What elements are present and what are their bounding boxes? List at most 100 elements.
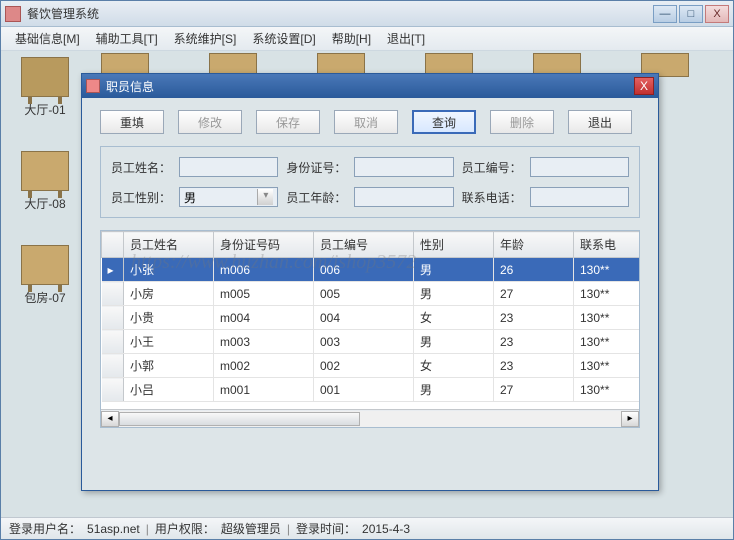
column-header[interactable]: 联系电 xyxy=(574,232,640,258)
data-grid[interactable]: 员工姓名身份证号码员工编号性别年龄联系电 ▸小张m006006男26130**小… xyxy=(100,230,640,428)
name-input[interactable] xyxy=(179,157,278,177)
scroll-thumb[interactable] xyxy=(119,412,360,426)
exit-button[interactable]: 退出 xyxy=(568,110,632,134)
row-indicator-header xyxy=(102,232,124,258)
table-row[interactable]: 小郭m002002女23130** xyxy=(102,354,640,378)
age-input[interactable] xyxy=(354,187,453,207)
cell: 小王 xyxy=(124,330,214,354)
age-label: 员工年龄： xyxy=(286,189,346,206)
query-button[interactable]: 查询 xyxy=(412,110,476,134)
phone-input[interactable] xyxy=(530,187,629,207)
horizontal-scrollbar[interactable]: ◂ ▸ xyxy=(101,409,639,427)
modify-button[interactable]: 修改 xyxy=(178,110,242,134)
status-user-label: 登录用户名： xyxy=(9,520,81,537)
menu-item[interactable]: 系统维护[S] xyxy=(166,27,245,50)
form-panel: 员工姓名： 身份证号： 员工编号： 员工性别： 男 ▾ 员工年龄： 联系电话： xyxy=(100,146,640,218)
cell: 130** xyxy=(574,306,640,330)
row-indicator: ▸ xyxy=(102,258,124,282)
desk-icon xyxy=(21,245,69,285)
id-input[interactable] xyxy=(354,157,453,177)
cell: 男 xyxy=(414,282,494,306)
delete-button[interactable]: 删除 xyxy=(490,110,554,134)
column-header[interactable]: 员工编号 xyxy=(314,232,414,258)
id-label: 身份证号： xyxy=(286,159,346,176)
menu-item[interactable]: 退出[T] xyxy=(379,27,433,50)
chevron-down-icon: ▾ xyxy=(257,189,273,205)
cell: 23 xyxy=(494,354,574,378)
desk-item[interactable]: 大厅-01 xyxy=(15,57,75,118)
desk-item[interactable]: 大厅-08 xyxy=(15,151,75,212)
cell: 男 xyxy=(414,258,494,282)
cell: 130** xyxy=(574,258,640,282)
cell: 002 xyxy=(314,354,414,378)
menu-item[interactable]: 帮助[H] xyxy=(324,27,379,50)
menubar: 基础信息[M]辅助工具[T]系统维护[S]系统设置[D]帮助[H]退出[T] xyxy=(1,27,733,51)
cell: 130** xyxy=(574,378,640,402)
desk-label: 大厅-01 xyxy=(15,101,75,118)
row-indicator xyxy=(102,330,124,354)
row-indicator xyxy=(102,282,124,306)
scroll-right-icon[interactable]: ▸ xyxy=(621,411,639,427)
table-row[interactable]: 小房m005005男27130** xyxy=(102,282,640,306)
menu-item[interactable]: 辅助工具[T] xyxy=(88,27,166,50)
gender-combo[interactable]: 男 ▾ xyxy=(179,187,278,207)
column-header[interactable]: 员工姓名 xyxy=(124,232,214,258)
dialog-titlebar[interactable]: 职员信息 X xyxy=(82,74,658,98)
cell: 小贵 xyxy=(124,306,214,330)
cell: 小郭 xyxy=(124,354,214,378)
cell: 23 xyxy=(494,330,574,354)
dialog-icon xyxy=(86,79,100,93)
status-time-label: 登录时间： xyxy=(296,520,356,537)
employee-dialog: 职员信息 X 重填 修改 保存 取消 查询 删除 退出 员工姓名： 身份证号： … xyxy=(81,73,659,491)
cell: m002 xyxy=(214,354,314,378)
scroll-track[interactable] xyxy=(119,411,621,427)
column-header[interactable]: 性别 xyxy=(414,232,494,258)
minimize-button[interactable]: — xyxy=(653,5,677,23)
refill-button[interactable]: 重填 xyxy=(100,110,164,134)
table-row[interactable]: ▸小张m006006男26130** xyxy=(102,258,640,282)
desk-item[interactable]: 包房-07 xyxy=(15,245,75,306)
save-button[interactable]: 保存 xyxy=(256,110,320,134)
cell: m005 xyxy=(214,282,314,306)
row-indicator xyxy=(102,378,124,402)
no-input[interactable] xyxy=(530,157,629,177)
close-button[interactable]: X xyxy=(705,5,729,23)
table-row[interactable]: 小贵m004004女23130** xyxy=(102,306,640,330)
menu-item[interactable]: 基础信息[M] xyxy=(7,27,88,50)
row-indicator xyxy=(102,306,124,330)
column-header[interactable]: 年龄 xyxy=(494,232,574,258)
no-label: 员工编号： xyxy=(462,159,522,176)
dialog-close-button[interactable]: X xyxy=(634,77,654,95)
cell: m004 xyxy=(214,306,314,330)
app-title: 餐饮管理系统 xyxy=(27,5,653,22)
scroll-left-icon[interactable]: ◂ xyxy=(101,411,119,427)
status-perm: 超级管理员 xyxy=(221,520,281,537)
menu-item[interactable]: 系统设置[D] xyxy=(244,27,323,50)
column-header[interactable]: 身份证号码 xyxy=(214,232,314,258)
maximize-button[interactable]: □ xyxy=(679,5,703,23)
cell: 23 xyxy=(494,306,574,330)
outer-titlebar[interactable]: 餐饮管理系统 — □ X xyxy=(1,1,733,27)
cell: 130** xyxy=(574,282,640,306)
cell: 130** xyxy=(574,354,640,378)
cell: 001 xyxy=(314,378,414,402)
phone-label: 联系电话： xyxy=(462,189,522,206)
cell: 女 xyxy=(414,354,494,378)
status-perm-label: 用户权限： xyxy=(155,520,215,537)
cancel-button[interactable]: 取消 xyxy=(334,110,398,134)
cell: 003 xyxy=(314,330,414,354)
name-label: 员工姓名： xyxy=(111,159,171,176)
gender-value: 男 xyxy=(184,189,196,206)
cell: 小吕 xyxy=(124,378,214,402)
app-icon xyxy=(5,6,21,22)
table-row[interactable]: 小吕m001001男27130** xyxy=(102,378,640,402)
table-row[interactable]: 小王m003003男23130** xyxy=(102,330,640,354)
cell: 27 xyxy=(494,282,574,306)
cell: m003 xyxy=(214,330,314,354)
status-time: 2015-4-3 xyxy=(362,522,410,536)
gender-label: 员工性别： xyxy=(111,189,171,206)
desk-icon xyxy=(21,151,69,191)
cell: 小张 xyxy=(124,258,214,282)
dialog-title: 职员信息 xyxy=(106,78,634,95)
desk-label: 大厅-08 xyxy=(15,195,75,212)
